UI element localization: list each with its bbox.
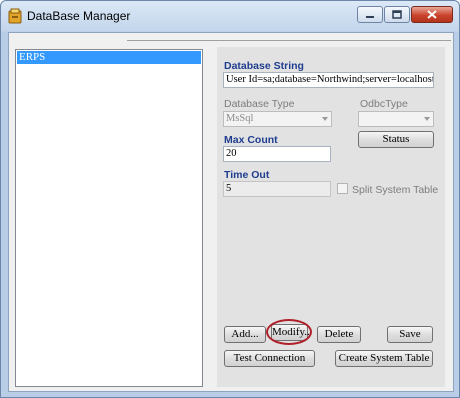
time-out-label: Time Out [224,169,270,181]
maximize-icon [392,10,402,19]
max-count-field[interactable]: 20 [223,146,331,162]
close-icon [427,10,437,19]
test-connection-button[interactable]: Test Connection [224,350,315,367]
highlight-circle [266,319,312,345]
split-system-table-label: Split System Table [352,184,439,196]
window-title: DataBase Manager [27,9,131,23]
status-button[interactable]: Status [358,131,434,148]
title-bar[interactable]: DataBase Manager [1,1,459,31]
create-system-table-button[interactable]: Create System Table [335,350,433,367]
database-type-value: MsSql [226,113,254,124]
database-type-select[interactable]: MsSql [223,111,332,127]
minimize-icon [366,15,374,18]
split-system-table-checkbox[interactable] [337,183,348,194]
chevron-down-icon [322,117,328,121]
save-button[interactable]: Save [387,326,433,343]
database-type-label: Database Type [224,98,295,110]
chevron-down-icon [424,117,430,121]
max-count-label: Max Count [224,134,278,146]
app-icon [8,8,22,24]
connection-list[interactable]: ERPS [15,49,203,387]
caption-buttons [356,6,453,23]
minimize-button[interactable] [357,6,383,23]
delete-button[interactable]: Delete [317,326,361,343]
menu-divider [127,40,451,41]
time-out-field[interactable]: 5 [223,181,331,197]
odbc-type-label: OdbcType [360,98,408,110]
database-string-field[interactable]: User Id=sa;database=Northwind;server=loc… [223,72,434,88]
maximize-button[interactable] [384,6,410,23]
odbc-type-select[interactable] [358,111,434,127]
database-string-label: Database String [224,60,304,72]
close-button[interactable] [411,6,453,23]
main-window: DataBase Manager ERPS Database String Us… [0,0,460,398]
list-item[interactable]: ERPS [17,51,201,64]
add-button[interactable]: Add... [224,326,266,343]
